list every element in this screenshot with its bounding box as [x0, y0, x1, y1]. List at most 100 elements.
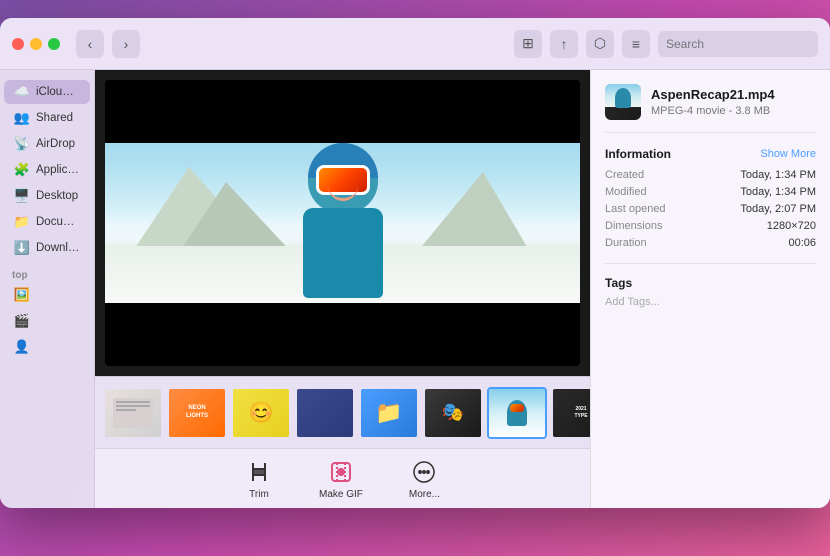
desktop-icon: 🖥️: [14, 188, 30, 204]
info-row-modified: Modified Today, 1:34 PM: [605, 186, 816, 198]
sidebar-item-documents-label: Documents: [36, 216, 80, 228]
sidebar-item-documents[interactable]: 📁 Documents: [4, 210, 90, 234]
action-bar: Trim Make GIF: [95, 448, 590, 508]
sidebar-item-downloads-label: Downloads: [36, 242, 80, 254]
window-controls: [12, 38, 60, 50]
tags-title: Tags: [605, 276, 816, 290]
info-value-dimensions: 1280×720: [767, 220, 816, 232]
video-container: [105, 80, 580, 366]
arrange-button[interactable]: ≡: [622, 30, 650, 58]
documents-icon: 📁: [14, 214, 30, 230]
file-icon-person: [615, 88, 631, 108]
person-figure: [283, 143, 403, 323]
video-letterbox-top: [105, 80, 580, 143]
more-button[interactable]: More...: [401, 454, 448, 504]
file-header: AspenRecap21.mp4 MPEG-4 movie - 3.8 MB: [605, 84, 816, 133]
view-toggle-button[interactable]: ⊞: [514, 30, 542, 58]
thumb-content-5: 🎭: [425, 389, 481, 437]
thumbnail-2[interactable]: 😊: [231, 387, 291, 439]
thumb-content-2: 😊: [233, 389, 289, 437]
trim-label: Trim: [249, 489, 269, 500]
thumbnail-strip: NEONLIGHTS 😊 📁 🎭: [95, 376, 590, 448]
quicklook-window: ‹ › ⊞ ↑ ⬡ ≡ ☁️ iCloud Drive 👥 Shared 📡 A…: [0, 18, 830, 508]
minimize-button[interactable]: [30, 38, 42, 50]
file-meta: MPEG-4 movie - 3.8 MB: [651, 105, 775, 117]
forward-button[interactable]: ›: [112, 30, 140, 58]
people-icon: 👤: [14, 339, 30, 355]
info-value-lastopened: Today, 2:07 PM: [740, 203, 816, 215]
info-panel: AspenRecap21.mp4 MPEG-4 movie - 3.8 MB I…: [590, 70, 830, 508]
more-icon: [410, 458, 438, 486]
image-icon: 🖼️: [14, 287, 30, 303]
tags-section: Tags Add Tags...: [605, 263, 816, 308]
sidebar-item-applications[interactable]: 🧩 Applications: [4, 158, 90, 182]
airdrop-icon: 📡: [14, 136, 30, 152]
sidebar-item-applications-label: Applications: [36, 164, 80, 176]
sidebar-item-desktop[interactable]: 🖥️ Desktop: [4, 184, 90, 208]
maximize-button[interactable]: [48, 38, 60, 50]
file-size: 3.8 MB: [735, 105, 770, 117]
show-more-button[interactable]: Show More: [760, 148, 816, 160]
close-button[interactable]: [12, 38, 24, 50]
info-key-dimensions: Dimensions: [605, 220, 662, 232]
thumb-content-0: [105, 389, 161, 437]
sidebar-item-shared-label: Shared: [36, 112, 73, 124]
applications-icon: 🧩: [14, 162, 30, 178]
thumbnail-1[interactable]: NEONLIGHTS: [167, 387, 227, 439]
info-value-created: Today, 1:34 PM: [740, 169, 816, 181]
main-content: ☁️ iCloud Drive 👥 Shared 📡 AirDrop 🧩 App…: [0, 70, 830, 508]
info-value-modified: Today, 1:34 PM: [740, 186, 816, 198]
sidebar-item-icloud-label: iCloud Drive: [36, 86, 80, 98]
makegif-icon: [327, 458, 355, 486]
info-row-created: Created Today, 1:34 PM: [605, 169, 816, 181]
info-section-title: Information: [605, 147, 671, 161]
trim-button[interactable]: Trim: [237, 454, 281, 504]
sidebar-item-airdrop[interactable]: 📡 AirDrop: [4, 132, 90, 156]
thumb-content-1: NEONLIGHTS: [169, 389, 225, 437]
thumbnail-6[interactable]: [487, 387, 547, 439]
thumb-content-3: [297, 389, 353, 437]
icloud-icon: ☁️: [14, 84, 30, 100]
sidebar-item-shared[interactable]: 👥 Shared: [4, 106, 90, 130]
sidebar-item-people[interactable]: 👤: [4, 335, 90, 359]
search-input[interactable]: [658, 31, 818, 57]
info-row-dimensions: Dimensions 1280×720: [605, 220, 816, 232]
video-preview[interactable]: [95, 70, 590, 376]
sidebar-item-icloud[interactable]: ☁️ iCloud Drive: [4, 80, 90, 104]
info-row-duration: Duration 00:06: [605, 237, 816, 249]
more-label: More...: [409, 489, 440, 500]
person-head: [308, 143, 378, 213]
info-key-created: Created: [605, 169, 644, 181]
info-key-lastopened: Last opened: [605, 203, 666, 215]
sidebar-item-airdrop-label: AirDrop: [36, 138, 75, 150]
sidebar-item-image[interactable]: 🖼️: [4, 283, 90, 307]
left-section: NEONLIGHTS 😊 📁 🎭: [95, 70, 590, 508]
share-button[interactable]: ↑: [550, 30, 578, 58]
file-name: AspenRecap21.mp4: [651, 87, 775, 104]
trim-icon: [245, 458, 273, 486]
movie-icon: 🎬: [14, 313, 30, 329]
makegif-button[interactable]: Make GIF: [311, 454, 371, 504]
back-button[interactable]: ‹: [76, 30, 104, 58]
sidebar-item-downloads[interactable]: ⬇️ Downloads: [4, 236, 90, 260]
sidebar: ☁️ iCloud Drive 👥 Shared 📡 AirDrop 🧩 App…: [0, 70, 95, 508]
thumbnail-0[interactable]: [103, 387, 163, 439]
person-smile: [328, 186, 358, 201]
sidebar-item-movie[interactable]: 🎬: [4, 309, 90, 333]
add-tags-placeholder[interactable]: Add Tags...: [605, 296, 816, 308]
thumbnail-7[interactable]: 2021TYPE: [551, 387, 590, 439]
downloads-icon: ⬇️: [14, 240, 30, 256]
mountain-3: [413, 172, 533, 257]
thumbnail-3[interactable]: [295, 387, 355, 439]
info-key-modified: Modified: [605, 186, 647, 198]
info-key-duration: Duration: [605, 237, 647, 249]
sidebar-item-desktop-label: Desktop: [36, 190, 78, 202]
file-name-block: AspenRecap21.mp4 MPEG-4 movie - 3.8 MB: [651, 87, 775, 118]
makegif-label: Make GIF: [319, 489, 363, 500]
shared-icon: 👥: [14, 110, 30, 126]
thumbnail-4[interactable]: 📁: [359, 387, 419, 439]
tag-button[interactable]: ⬡: [586, 30, 614, 58]
thumbnail-5[interactable]: 🎭: [423, 387, 483, 439]
info-section-header: Information Show More: [605, 147, 816, 161]
top-label: top: [0, 270, 94, 281]
